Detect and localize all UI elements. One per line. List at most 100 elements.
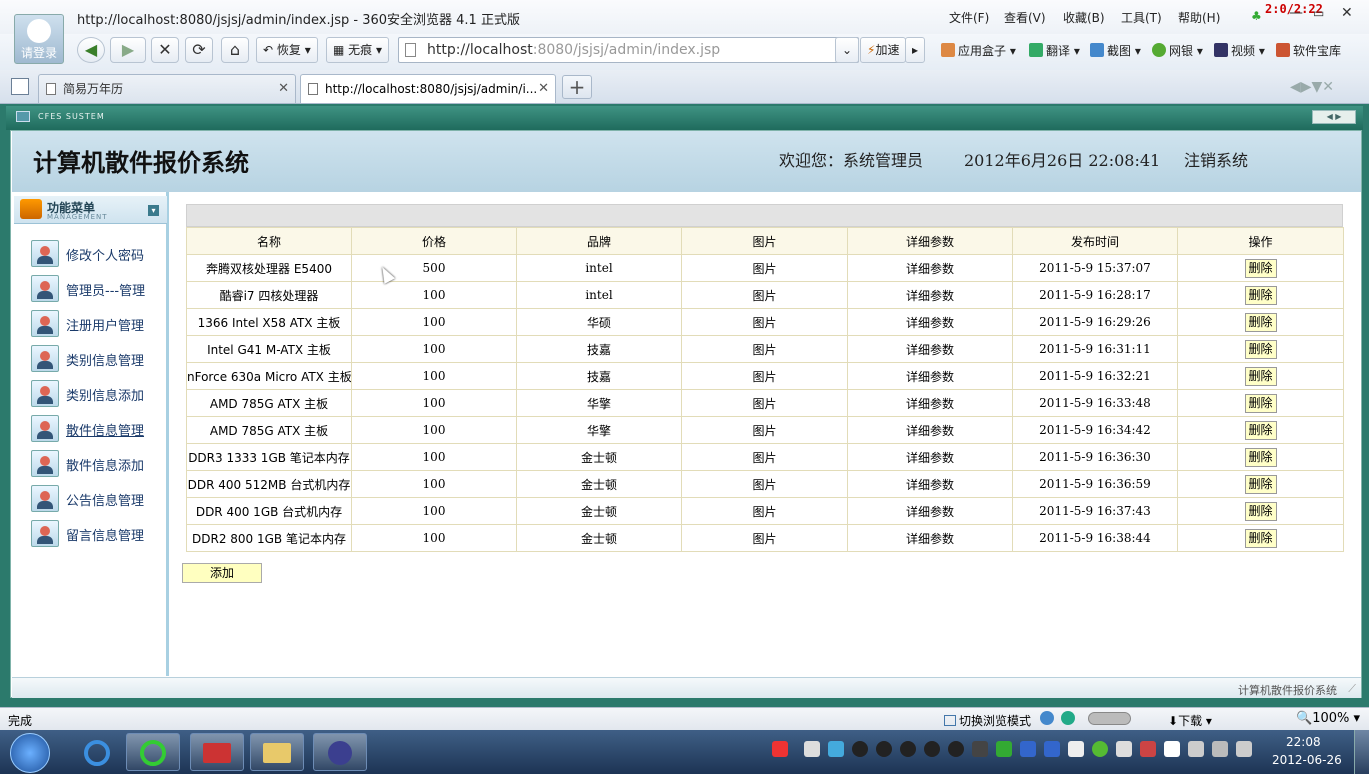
tray-qq-icon[interactable] bbox=[900, 741, 916, 757]
taskbar-toolbox-icon[interactable] bbox=[190, 733, 244, 771]
tray-app-icon[interactable] bbox=[804, 741, 820, 757]
ext-ebank[interactable]: 网银 ▾ bbox=[1152, 42, 1203, 59]
cell-details-link[interactable]: 详细参数 bbox=[847, 362, 1013, 390]
delete-button[interactable]: 删除 bbox=[1244, 312, 1277, 332]
menu-view[interactable]: 查看(V) bbox=[1004, 9, 1046, 26]
scroll-arrows-icon[interactable]: ◀ ▶ bbox=[1312, 110, 1356, 124]
start-button-icon[interactable] bbox=[10, 733, 50, 773]
tab-scroll-icons[interactable]: ◀▶▼✕ bbox=[1290, 79, 1334, 95]
delete-button[interactable]: 删除 bbox=[1244, 366, 1277, 386]
sidebar-item-parts-add[interactable]: 散件信息添加 bbox=[31, 450, 167, 478]
cell-image-link[interactable]: 图片 bbox=[681, 281, 848, 309]
close-window-icon[interactable]: ✕ bbox=[1341, 5, 1353, 21]
restore-button[interactable]: ↶ 恢复 ▾ bbox=[256, 37, 318, 63]
delete-button[interactable]: 删除 bbox=[1244, 447, 1277, 467]
sidebar-item-notice-manage[interactable]: 公告信息管理 bbox=[31, 485, 167, 513]
sidebar-item-parts-manage[interactable]: 散件信息管理 bbox=[31, 415, 167, 443]
delete-button[interactable]: 删除 bbox=[1244, 339, 1277, 359]
cell-details-link[interactable]: 详细参数 bbox=[847, 335, 1013, 363]
sidebar-toggle-icon[interactable] bbox=[11, 78, 29, 95]
cell-details-link[interactable]: 详细参数 bbox=[847, 308, 1013, 336]
minimize-icon[interactable]: — bbox=[1289, 5, 1303, 21]
refresh-icon[interactable]: ⟳ bbox=[185, 37, 213, 63]
delete-button[interactable]: 删除 bbox=[1244, 501, 1277, 521]
tray-flag-icon[interactable] bbox=[1164, 741, 1180, 757]
cell-image-link[interactable]: 图片 bbox=[681, 497, 848, 525]
cell-details-link[interactable]: 详细参数 bbox=[847, 470, 1013, 498]
cell-details-link[interactable]: 详细参数 bbox=[847, 443, 1013, 471]
go-icon[interactable]: ▸ bbox=[905, 37, 925, 63]
sidebar-item-category-manage[interactable]: 类别信息管理 bbox=[31, 345, 167, 373]
tray-device-icon[interactable] bbox=[1188, 741, 1204, 757]
sidebar-item-user-manage[interactable]: 注册用户管理 bbox=[31, 310, 167, 338]
taskbar-ie-icon[interactable] bbox=[70, 733, 124, 771]
speedup-button[interactable]: ⚡加速 bbox=[860, 37, 907, 63]
add-button[interactable]: 添加 bbox=[182, 563, 262, 583]
sidebar-item-category-add[interactable]: 类别信息添加 bbox=[31, 380, 167, 408]
trace-button[interactable]: ▦ 无痕 ▾ bbox=[326, 37, 390, 63]
cell-image-link[interactable]: 图片 bbox=[681, 389, 848, 417]
close-tab-icon[interactable]: ✕ bbox=[538, 75, 549, 103]
ext-translate[interactable]: 翻译 ▾ bbox=[1029, 42, 1080, 59]
tray-qq-icon[interactable] bbox=[876, 741, 892, 757]
tray-network-icon[interactable] bbox=[828, 741, 844, 757]
address-bar[interactable]: http://localhost:8080/jsjsj/admin/index.… bbox=[398, 37, 859, 63]
cell-image-link[interactable]: 图片 bbox=[681, 335, 848, 363]
tray-qq-icon[interactable] bbox=[924, 741, 940, 757]
cell-image-link[interactable]: 图片 bbox=[681, 524, 848, 552]
delete-button[interactable]: 删除 bbox=[1244, 528, 1277, 548]
cell-image-link[interactable]: 图片 bbox=[681, 470, 848, 498]
toggle-icon[interactable] bbox=[1088, 712, 1131, 725]
tray-update-icon[interactable] bbox=[1092, 741, 1108, 757]
new-tab-icon[interactable]: + bbox=[562, 75, 592, 99]
menu-help[interactable]: 帮助(H) bbox=[1178, 9, 1220, 26]
menu-favorites[interactable]: 收藏(B) bbox=[1063, 9, 1105, 26]
home-icon[interactable]: ⌂ bbox=[221, 37, 249, 63]
tab-calendar[interactable]: 简易万年历 ✕ bbox=[38, 74, 296, 103]
tray-app-icon[interactable] bbox=[996, 741, 1012, 757]
resize-grip-icon[interactable]: ⟋ bbox=[1348, 682, 1356, 696]
show-desktop-button[interactable] bbox=[1354, 730, 1369, 774]
address-dropdown-icon[interactable]: ⌄ bbox=[835, 37, 859, 63]
delete-button[interactable]: 删除 bbox=[1244, 420, 1277, 440]
delete-button[interactable]: 删除 bbox=[1244, 285, 1277, 305]
cell-image-link[interactable]: 图片 bbox=[681, 416, 848, 444]
ext-screenshot[interactable]: 截图 ▾ bbox=[1090, 42, 1141, 59]
ext-app-box[interactable]: 应用盒子 ▾ bbox=[941, 42, 1016, 59]
sidebar-item-change-password[interactable]: 修改个人密码 bbox=[31, 240, 167, 268]
cell-details-link[interactable]: 详细参数 bbox=[847, 497, 1013, 525]
tray-volume-icon[interactable] bbox=[1236, 741, 1252, 757]
tray-app-icon[interactable] bbox=[972, 741, 988, 757]
tray-shield-icon[interactable] bbox=[1020, 741, 1036, 757]
ie-engine-icon[interactable] bbox=[1040, 711, 1054, 725]
login-avatar[interactable]: 请登录 bbox=[14, 14, 64, 64]
tray-app-icon[interactable] bbox=[1116, 741, 1132, 757]
taskbar-folder-icon[interactable] bbox=[250, 733, 304, 771]
cell-details-link[interactable]: 详细参数 bbox=[847, 389, 1013, 417]
tray-app-icon[interactable] bbox=[1140, 741, 1156, 757]
cell-image-link[interactable]: 图片 bbox=[681, 443, 848, 471]
tray-security-icon[interactable] bbox=[1044, 741, 1060, 757]
switch-mode-button[interactable]: 切换浏览模式 bbox=[944, 712, 1031, 729]
cell-details-link[interactable]: 详细参数 bbox=[847, 281, 1013, 309]
cell-image-link[interactable]: 图片 bbox=[681, 362, 848, 390]
tray-notepad-icon[interactable] bbox=[1068, 741, 1084, 757]
cell-details-link[interactable]: 详细参数 bbox=[847, 254, 1013, 282]
sidebar-item-message-manage[interactable]: 留言信息管理 bbox=[31, 520, 167, 548]
tray-sogou-icon[interactable] bbox=[772, 741, 788, 757]
menu-tools[interactable]: 工具(T) bbox=[1121, 9, 1162, 26]
taskbar-eclipse-icon[interactable] bbox=[313, 733, 367, 771]
tray-network-icon[interactable] bbox=[1212, 741, 1228, 757]
back-icon[interactable]: ◀ bbox=[77, 37, 105, 63]
ext-software[interactable]: 软件宝库 bbox=[1276, 42, 1341, 59]
menu-file[interactable]: 文件(F) bbox=[949, 9, 989, 26]
cell-image-link[interactable]: 图片 bbox=[681, 254, 848, 282]
cell-details-link[interactable]: 详细参数 bbox=[847, 416, 1013, 444]
tab-admin[interactable]: http://localhost:8080/jsjsj/admin/i... ✕ bbox=[300, 74, 556, 103]
ext-video[interactable]: 视频 ▾ bbox=[1214, 42, 1265, 59]
tray-qq-icon[interactable] bbox=[948, 741, 964, 757]
collapse-icon[interactable]: ▾ bbox=[148, 205, 159, 216]
tray-qq-icon[interactable] bbox=[852, 741, 868, 757]
close-tab-icon[interactable]: ✕ bbox=[278, 75, 289, 103]
zoom-button[interactable]: 🔍100% ▾ bbox=[1296, 711, 1360, 726]
